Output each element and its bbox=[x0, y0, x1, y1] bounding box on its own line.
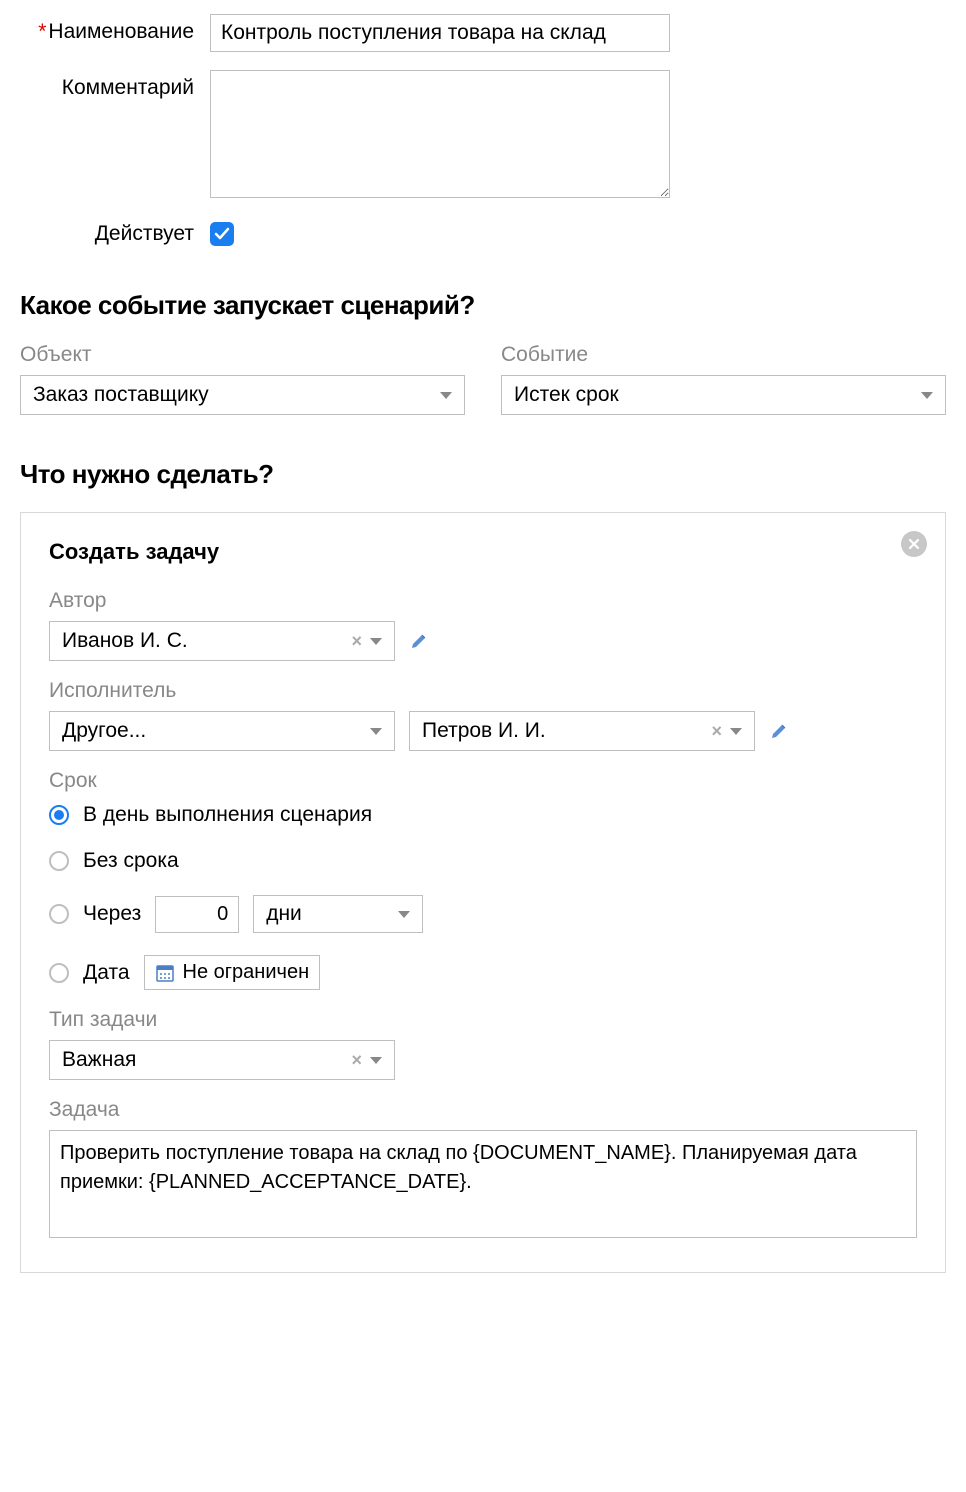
calendar-icon bbox=[155, 963, 175, 983]
create-task-panel: Создать задачу Автор Иванов И. С. × Испо… bbox=[20, 512, 946, 1273]
deadline-none-label: Без срока bbox=[83, 849, 179, 873]
executor-select[interactable]: Петров И. И. × bbox=[409, 711, 755, 751]
deadline-after-radio[interactable] bbox=[49, 904, 69, 924]
clear-icon[interactable]: × bbox=[351, 1050, 362, 1071]
executor-mode-value: Другое... bbox=[62, 719, 146, 743]
executor-mode-select[interactable]: Другое... bbox=[49, 711, 395, 751]
event-select[interactable]: Истек срок bbox=[501, 375, 946, 415]
deadline-on-run-radio[interactable]: В день выполнения сценария bbox=[49, 803, 917, 827]
author-select[interactable]: Иванов И. С. × bbox=[49, 621, 395, 661]
name-label: *Наименование bbox=[20, 14, 210, 44]
event-label: Событие bbox=[501, 343, 946, 367]
radio-icon bbox=[49, 851, 69, 871]
clear-icon[interactable]: × bbox=[711, 721, 722, 742]
active-checkbox[interactable] bbox=[210, 222, 234, 246]
caret-down-icon bbox=[921, 392, 933, 399]
deadline-unit-select[interactable]: дни bbox=[253, 895, 423, 933]
deadline-after-num-input[interactable] bbox=[155, 896, 239, 933]
deadline-none-radio[interactable]: Без срока bbox=[49, 849, 917, 873]
clear-icon[interactable]: × bbox=[351, 631, 362, 652]
trigger-section-title: Какое событие запускает сценарий? bbox=[20, 290, 946, 321]
task-type-select[interactable]: Важная × bbox=[49, 1040, 395, 1080]
task-type-label: Тип задачи bbox=[49, 1008, 917, 1032]
active-label: Действует bbox=[20, 216, 210, 246]
comment-textarea[interactable] bbox=[210, 70, 670, 198]
caret-down-icon bbox=[730, 728, 742, 735]
author-label: Автор bbox=[49, 589, 917, 613]
close-icon bbox=[908, 538, 920, 550]
task-type-value: Важная bbox=[62, 1048, 136, 1072]
deadline-on-run-label: В день выполнения сценария bbox=[83, 803, 372, 827]
check-icon bbox=[214, 226, 230, 242]
task-text-label: Задача bbox=[49, 1098, 917, 1122]
deadline-label: Срок bbox=[49, 769, 917, 793]
comment-label: Комментарий bbox=[20, 70, 210, 100]
deadline-unit-value: дни bbox=[266, 902, 302, 926]
caret-down-icon bbox=[440, 392, 452, 399]
action-title: Создать задачу bbox=[49, 539, 917, 565]
deadline-date-value: Не ограничен bbox=[183, 961, 310, 984]
deadline-date-label: Дата bbox=[83, 961, 130, 985]
radio-icon bbox=[49, 805, 69, 825]
delete-action-button[interactable] bbox=[901, 531, 927, 557]
executor-value: Петров И. И. bbox=[422, 719, 546, 743]
deadline-after-label: Через bbox=[83, 902, 141, 926]
name-input[interactable] bbox=[210, 14, 670, 52]
deadline-date-input[interactable]: Не ограничен bbox=[144, 955, 321, 990]
action-section-title: Что нужно сделать? bbox=[20, 459, 946, 490]
caret-down-icon bbox=[370, 638, 382, 645]
caret-down-icon bbox=[370, 728, 382, 735]
edit-icon[interactable] bbox=[409, 631, 429, 651]
edit-icon[interactable] bbox=[769, 721, 789, 741]
executor-label: Исполнитель bbox=[49, 679, 917, 703]
task-text-textarea[interactable] bbox=[49, 1130, 917, 1238]
object-label: Объект bbox=[20, 343, 465, 367]
object-value: Заказ поставщику bbox=[33, 383, 209, 407]
caret-down-icon bbox=[370, 1057, 382, 1064]
deadline-date-radio[interactable] bbox=[49, 963, 69, 983]
event-value: Истек срок bbox=[514, 383, 619, 407]
author-value: Иванов И. С. bbox=[62, 629, 188, 653]
object-select[interactable]: Заказ поставщику bbox=[20, 375, 465, 415]
caret-down-icon bbox=[398, 911, 410, 918]
